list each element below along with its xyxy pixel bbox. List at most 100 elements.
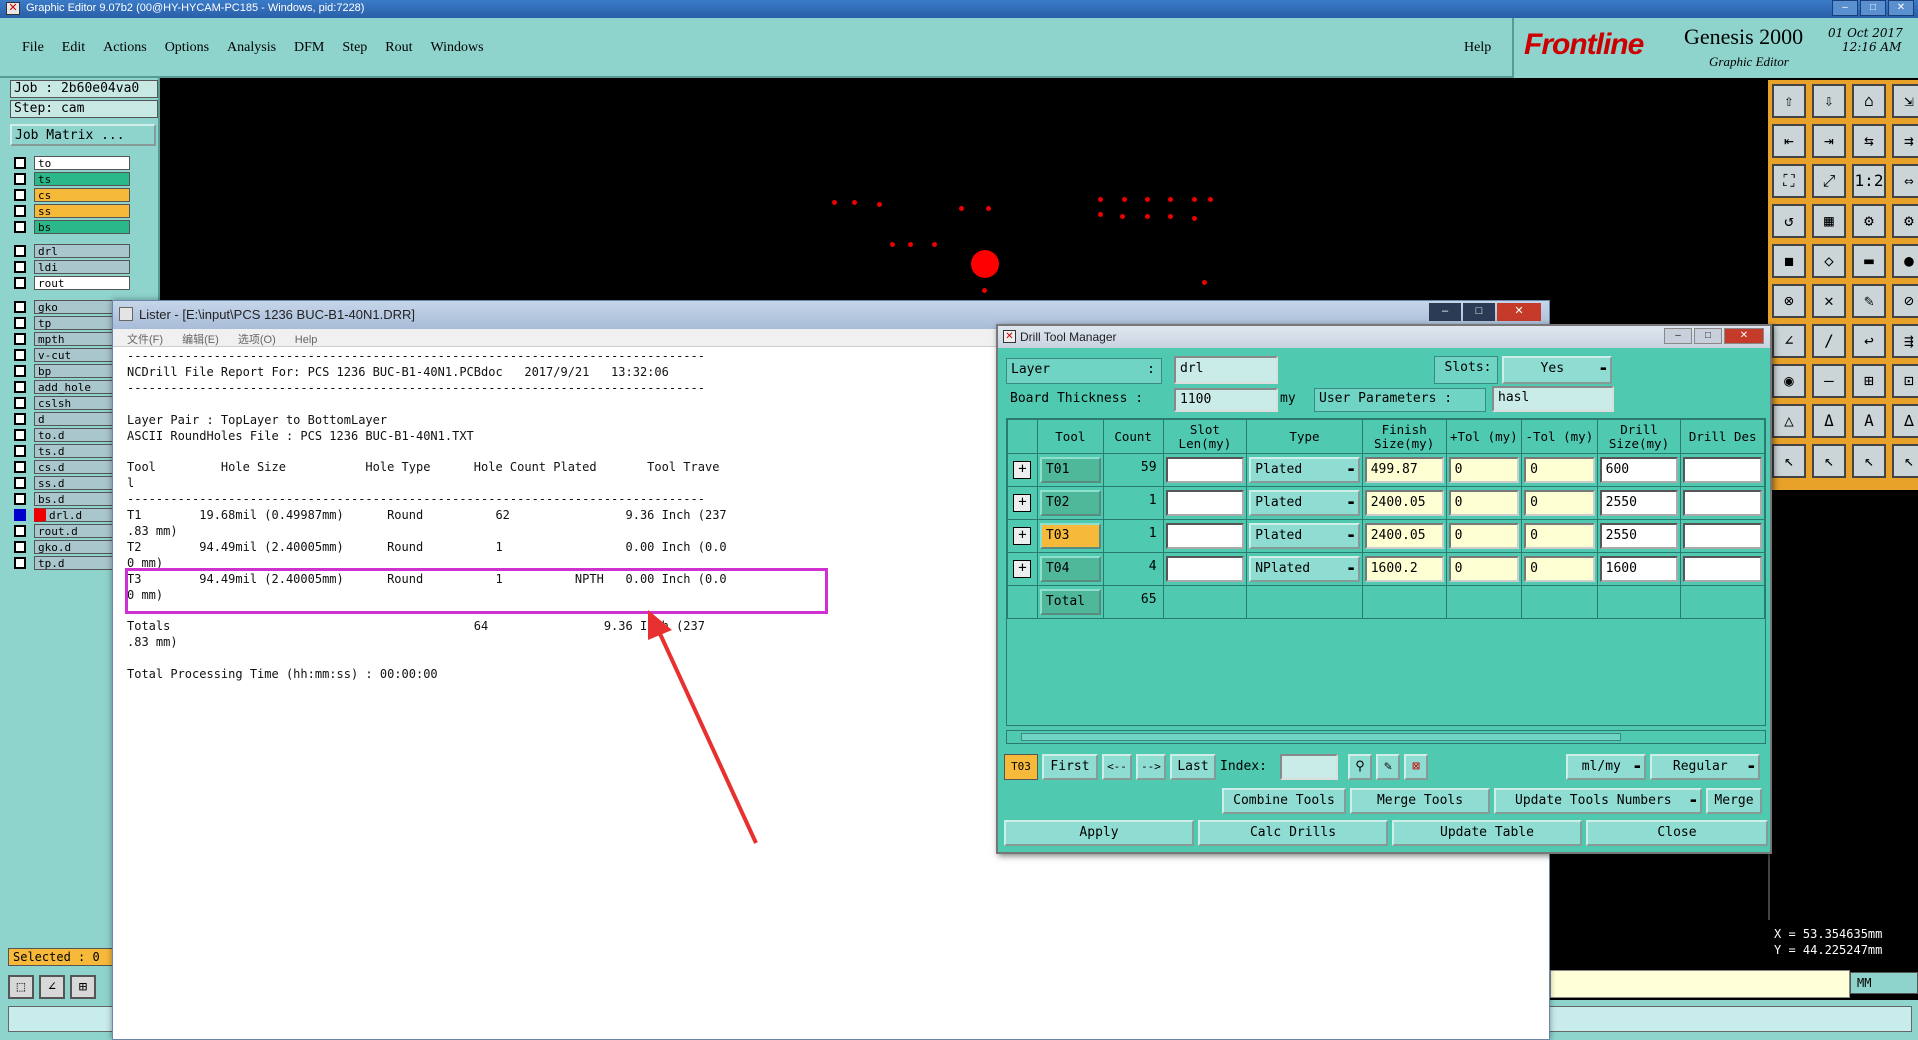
- layer-checkbox[interactable]: [14, 317, 26, 329]
- layer-row-rout[interactable]: rout: [10, 275, 130, 291]
- layer-checkbox[interactable]: [14, 477, 26, 489]
- layer-checkbox[interactable]: [14, 445, 26, 457]
- tool-icon[interactable]: ⊡: [1892, 364, 1918, 398]
- expand-icon[interactable]: +: [1013, 527, 1032, 545]
- finish-size-input[interactable]: 499.87: [1364, 457, 1444, 483]
- combine-tools-button[interactable]: Combine Tools: [1222, 788, 1346, 814]
- layer-checkbox[interactable]: [14, 429, 26, 441]
- layer-row-drl[interactable]: drl: [10, 243, 130, 259]
- tool-icon[interactable]: /: [1812, 324, 1846, 358]
- tool-icon[interactable]: ⚙: [1852, 204, 1886, 238]
- tool-icon[interactable]: ✎: [1852, 284, 1886, 318]
- next-button[interactable]: -->: [1136, 754, 1166, 780]
- plus-tol-input[interactable]: 0: [1448, 556, 1520, 582]
- tool-icon[interactable]: ⛶: [1772, 164, 1806, 198]
- delete-icon[interactable]: ⊠: [1404, 754, 1428, 780]
- layer-checkbox[interactable]: [14, 381, 26, 393]
- tool-icon[interactable]: ∠: [1772, 324, 1806, 358]
- layer-name[interactable]: to: [34, 156, 130, 170]
- tool-name[interactable]: T02: [1039, 490, 1101, 516]
- merge-button[interactable]: Merge: [1706, 788, 1762, 814]
- menu-file[interactable]: File: [22, 40, 44, 56]
- tool-icon[interactable]: ∆: [1892, 404, 1918, 438]
- finish-size-input[interactable]: 2400.05: [1364, 523, 1444, 549]
- drill-size-input[interactable]: 1600: [1599, 556, 1679, 582]
- layer-name[interactable]: ldi: [34, 260, 130, 274]
- drill-des-input[interactable]: [1683, 490, 1762, 516]
- layer-name[interactable]: cs: [34, 188, 130, 202]
- tool-icon[interactable]: ↺: [1772, 204, 1806, 238]
- tool-icon[interactable]: ⇧: [1772, 84, 1806, 118]
- tool-icon[interactable]: ⚙: [1892, 204, 1918, 238]
- layer-row-ss[interactable]: ss: [10, 203, 130, 219]
- layer-checkbox[interactable]: [14, 333, 26, 345]
- first-button[interactable]: First: [1042, 754, 1098, 780]
- plus-tol-input[interactable]: 0: [1448, 457, 1520, 483]
- tool-icon[interactable]: ⇆: [1852, 124, 1886, 158]
- tool-row[interactable]: + T02 1 Plated ▬ 2400.05 0 0 2550: [1007, 486, 1765, 520]
- tool-icon[interactable]: ⇲: [1892, 84, 1918, 118]
- tool-icon[interactable]: —: [1812, 364, 1846, 398]
- lister-menu-file[interactable]: 文件(F): [127, 334, 163, 346]
- drill-des-input[interactable]: [1683, 457, 1762, 483]
- slot-len-input[interactable]: [1165, 523, 1245, 549]
- job-matrix-button[interactable]: Job Matrix ...: [10, 124, 156, 146]
- dtm-minimize-button[interactable]: –: [1664, 328, 1692, 344]
- tool-icon[interactable]: ●: [1892, 244, 1918, 278]
- tool-icon[interactable]: ▦: [1812, 204, 1846, 238]
- menu-edit[interactable]: Edit: [62, 40, 85, 56]
- layer-row-cs[interactable]: cs: [10, 187, 130, 203]
- layer-checkbox[interactable]: [14, 349, 26, 361]
- layer-checkbox[interactable]: [14, 221, 26, 233]
- menu-rout[interactable]: Rout: [385, 40, 412, 56]
- tool-icon[interactable]: ◇: [1812, 244, 1846, 278]
- lister-minimize-button[interactable]: –: [1429, 303, 1461, 321]
- menu-analysis[interactable]: Analysis: [227, 40, 276, 56]
- layer-checkbox[interactable]: [14, 557, 26, 569]
- slot-len-input[interactable]: [1165, 490, 1245, 516]
- minus-tol-input[interactable]: 0: [1524, 523, 1595, 549]
- prev-button[interactable]: <--: [1102, 754, 1132, 780]
- tool-icon[interactable]: ⊗: [1772, 284, 1806, 318]
- plus-tol-input[interactable]: 0: [1448, 490, 1520, 516]
- lister-menu-help[interactable]: Help: [295, 334, 318, 346]
- tool-icon[interactable]: ⊞: [1852, 364, 1886, 398]
- menu-help[interactable]: Help: [1464, 40, 1491, 56]
- units-select[interactable]: MM: [1850, 972, 1918, 994]
- tool-name[interactable]: T01: [1039, 457, 1101, 483]
- calc-drills-button[interactable]: Calc Drills: [1198, 820, 1388, 846]
- tool-icon[interactable]: ⤢: [1812, 164, 1846, 198]
- tool-icon[interactable]: ✕: [1812, 284, 1846, 318]
- type-select[interactable]: NPlated ▬: [1249, 556, 1360, 582]
- plus-tol-input[interactable]: 0: [1448, 523, 1520, 549]
- finish-size-input[interactable]: 2400.05: [1364, 490, 1444, 516]
- slot-len-input[interactable]: [1165, 556, 1245, 582]
- table-hscrollbar[interactable]: [1006, 730, 1766, 744]
- expand-icon[interactable]: +: [1013, 494, 1032, 512]
- search-icon[interactable]: ⚲: [1348, 754, 1372, 780]
- drill-size-input[interactable]: 2550: [1599, 523, 1679, 549]
- layer-checkbox[interactable]: [14, 261, 26, 273]
- layer-name[interactable]: bs: [34, 220, 130, 234]
- last-button[interactable]: Last: [1170, 754, 1216, 780]
- dtm-close-window-button[interactable]: ✕: [1724, 328, 1764, 344]
- minimize-button[interactable]: –: [1832, 0, 1858, 16]
- menu-dfm[interactable]: DFM: [294, 40, 324, 56]
- drill-size-input[interactable]: 2550: [1599, 490, 1679, 516]
- graphic-canvas[interactable]: [162, 80, 1768, 293]
- lister-menu-options[interactable]: 选项(O): [238, 334, 276, 346]
- layer-checkbox[interactable]: [14, 493, 26, 505]
- layer-checkbox[interactable]: [14, 301, 26, 313]
- layer-checkbox[interactable]: [14, 541, 26, 553]
- minus-tol-input[interactable]: 0: [1524, 490, 1595, 516]
- scroll-thumb[interactable]: [1021, 733, 1621, 741]
- apply-button[interactable]: Apply: [1004, 820, 1194, 846]
- update-tools-numbers-dropdown[interactable]: Update Tools Numbers ▬: [1494, 788, 1702, 814]
- tool-icon[interactable]: ⇶: [1892, 324, 1918, 358]
- layer-checkbox[interactable]: [14, 277, 26, 289]
- close-button[interactable]: ✕: [1888, 0, 1914, 16]
- layer-checkbox[interactable]: [14, 461, 26, 473]
- tool-name[interactable]: T04: [1039, 556, 1101, 582]
- layer-name[interactable]: ts: [34, 172, 130, 186]
- tool-icon[interactable]: ↩: [1852, 324, 1886, 358]
